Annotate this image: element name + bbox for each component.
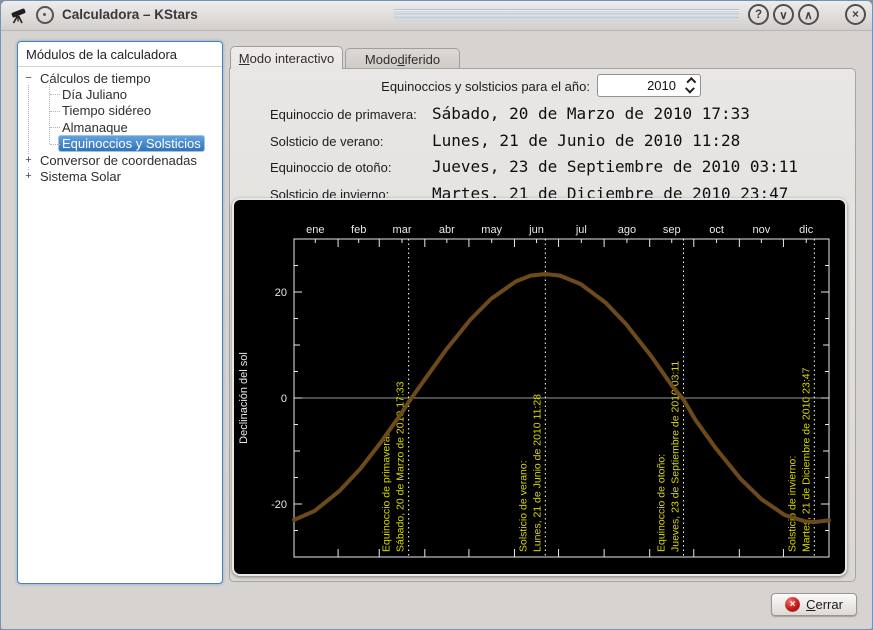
svg-text:Equinoccio de primavera:: Equinoccio de primavera: — [381, 434, 393, 552]
svg-text:Equinoccio de otoño:: Equinoccio de otoño: — [655, 454, 667, 552]
year-label: Equinoccios y solsticios para el año: — [230, 79, 590, 94]
close-dialog-button[interactable]: × Cerrar — [771, 593, 857, 616]
tree-item-conversor-de-coordenadas[interactable]: + Conversor de coordenadas — [18, 152, 222, 168]
tab-modo-interactivo[interactable]: Modo interactivo — [230, 46, 343, 69]
svg-text:ago: ago — [618, 224, 636, 236]
shade-button[interactable]: ∨ — [773, 4, 794, 25]
svg-text:jul: jul — [575, 224, 587, 236]
spring-equinox-label: Equinoccio de primavera: — [270, 106, 417, 124]
tree-item-sistema-solar[interactable]: + Sistema Solar — [18, 168, 222, 184]
svg-text:mar: mar — [393, 224, 412, 236]
svg-text:sep: sep — [663, 224, 681, 236]
summer-solstice-value: Lunes, 21 de Junio de 2010 11:28 — [432, 131, 740, 150]
tree-item-dia-juliano[interactable]: Día Juliano — [18, 86, 222, 102]
window-title: Calculadora – KStars — [62, 7, 198, 22]
expand-expander-icon[interactable]: + — [23, 155, 34, 166]
year-value[interactable]: 2010 — [598, 78, 681, 93]
autumn-equinox-label: Equinoccio de otoño: — [270, 159, 391, 177]
spring-equinox-value: Sábado, 20 de Marzo de 2010 17:33 — [432, 104, 750, 123]
calculator-modules-panel: Módulos de la calculadora − Cálculos de … — [17, 41, 223, 584]
titlebar-stripes — [394, 9, 739, 22]
svg-text:may: may — [481, 224, 502, 236]
svg-text:dic: dic — [799, 224, 814, 236]
window-menu-button[interactable] — [36, 6, 54, 24]
modules-header: Módulos de la calculadora — [18, 42, 222, 67]
spin-arrows — [681, 77, 700, 95]
selected-tree-item: Equinoccios y Solsticios — [58, 135, 205, 152]
svg-text:Martes, 21 de Diciembre de 201: Martes, 21 de Diciembre de 2010 23:47 — [800, 367, 812, 552]
expand-expander-icon[interactable]: + — [23, 171, 34, 182]
summer-solstice-label: Solsticio de verano: — [270, 133, 383, 151]
autumn-equinox-value: Jueves, 23 de Septiembre de 2010 03:11 — [432, 157, 798, 176]
declination-chart: ene feb mar abr may jun jul ago sep oct nov dic 20 0 -… — [234, 200, 845, 574]
titlebar: Calculadora – KStars ? ∨ ∧ × — [1, 1, 872, 31]
tree-item-tiempo-sidereo[interactable]: Tiempo sidéreo — [18, 103, 222, 119]
collapse-expander-icon[interactable]: − — [23, 73, 34, 84]
svg-text:-20: -20 — [271, 499, 287, 511]
svg-text:ene: ene — [306, 224, 324, 236]
close-window-button[interactable]: × — [845, 4, 866, 25]
close-red-circle-icon: × — [785, 597, 800, 612]
declination-chart-frame: ene feb mar abr may jun jul ago sep oct nov dic 20 0 -… — [232, 198, 847, 576]
svg-text:20: 20 — [275, 287, 287, 299]
svg-text:abr: abr — [439, 224, 455, 236]
svg-text:jun: jun — [528, 224, 544, 236]
svg-text:Declinación del sol: Declinación del sol — [238, 352, 250, 444]
svg-text:nov: nov — [753, 224, 771, 236]
tab-modo-diferido[interactable]: Modo diferido — [345, 48, 460, 69]
modules-tree: − Cálculos de tiempo Día Juliano Tiempo … — [18, 67, 222, 185]
tree-item-almanaque[interactable]: Almanaque — [18, 119, 222, 135]
svg-text:oct: oct — [709, 224, 724, 236]
svg-text:Solsticio de invierno:: Solsticio de invierno: — [786, 456, 798, 552]
kstars-telescope-icon — [9, 5, 29, 25]
tree-item-calculos-de-tiempo[interactable]: − Cálculos de tiempo — [18, 70, 222, 86]
svg-text:Lunes, 21 de Junio de 2010 11:: Lunes, 21 de Junio de 2010 11:28 — [531, 394, 543, 552]
svg-text:Solsticio de verano:: Solsticio de verano: — [517, 460, 529, 552]
maximize-button[interactable]: ∧ — [798, 4, 819, 25]
interactive-mode-pane: Equinoccios y solsticios para el año: 20… — [229, 68, 856, 582]
tree-item-equinoccios-y-solsticios[interactable]: Equinoccios y Solsticios — [18, 136, 222, 152]
svg-text:feb: feb — [351, 224, 366, 236]
help-button[interactable]: ? — [748, 4, 769, 25]
kstars-calculator-window: Calculadora – KStars ? ∨ ∧ × Módulos de … — [0, 0, 873, 630]
svg-text:0: 0 — [281, 393, 287, 405]
year-spinbox[interactable]: 2010 — [597, 74, 701, 97]
close-button-label: Cerrar — [806, 597, 843, 612]
